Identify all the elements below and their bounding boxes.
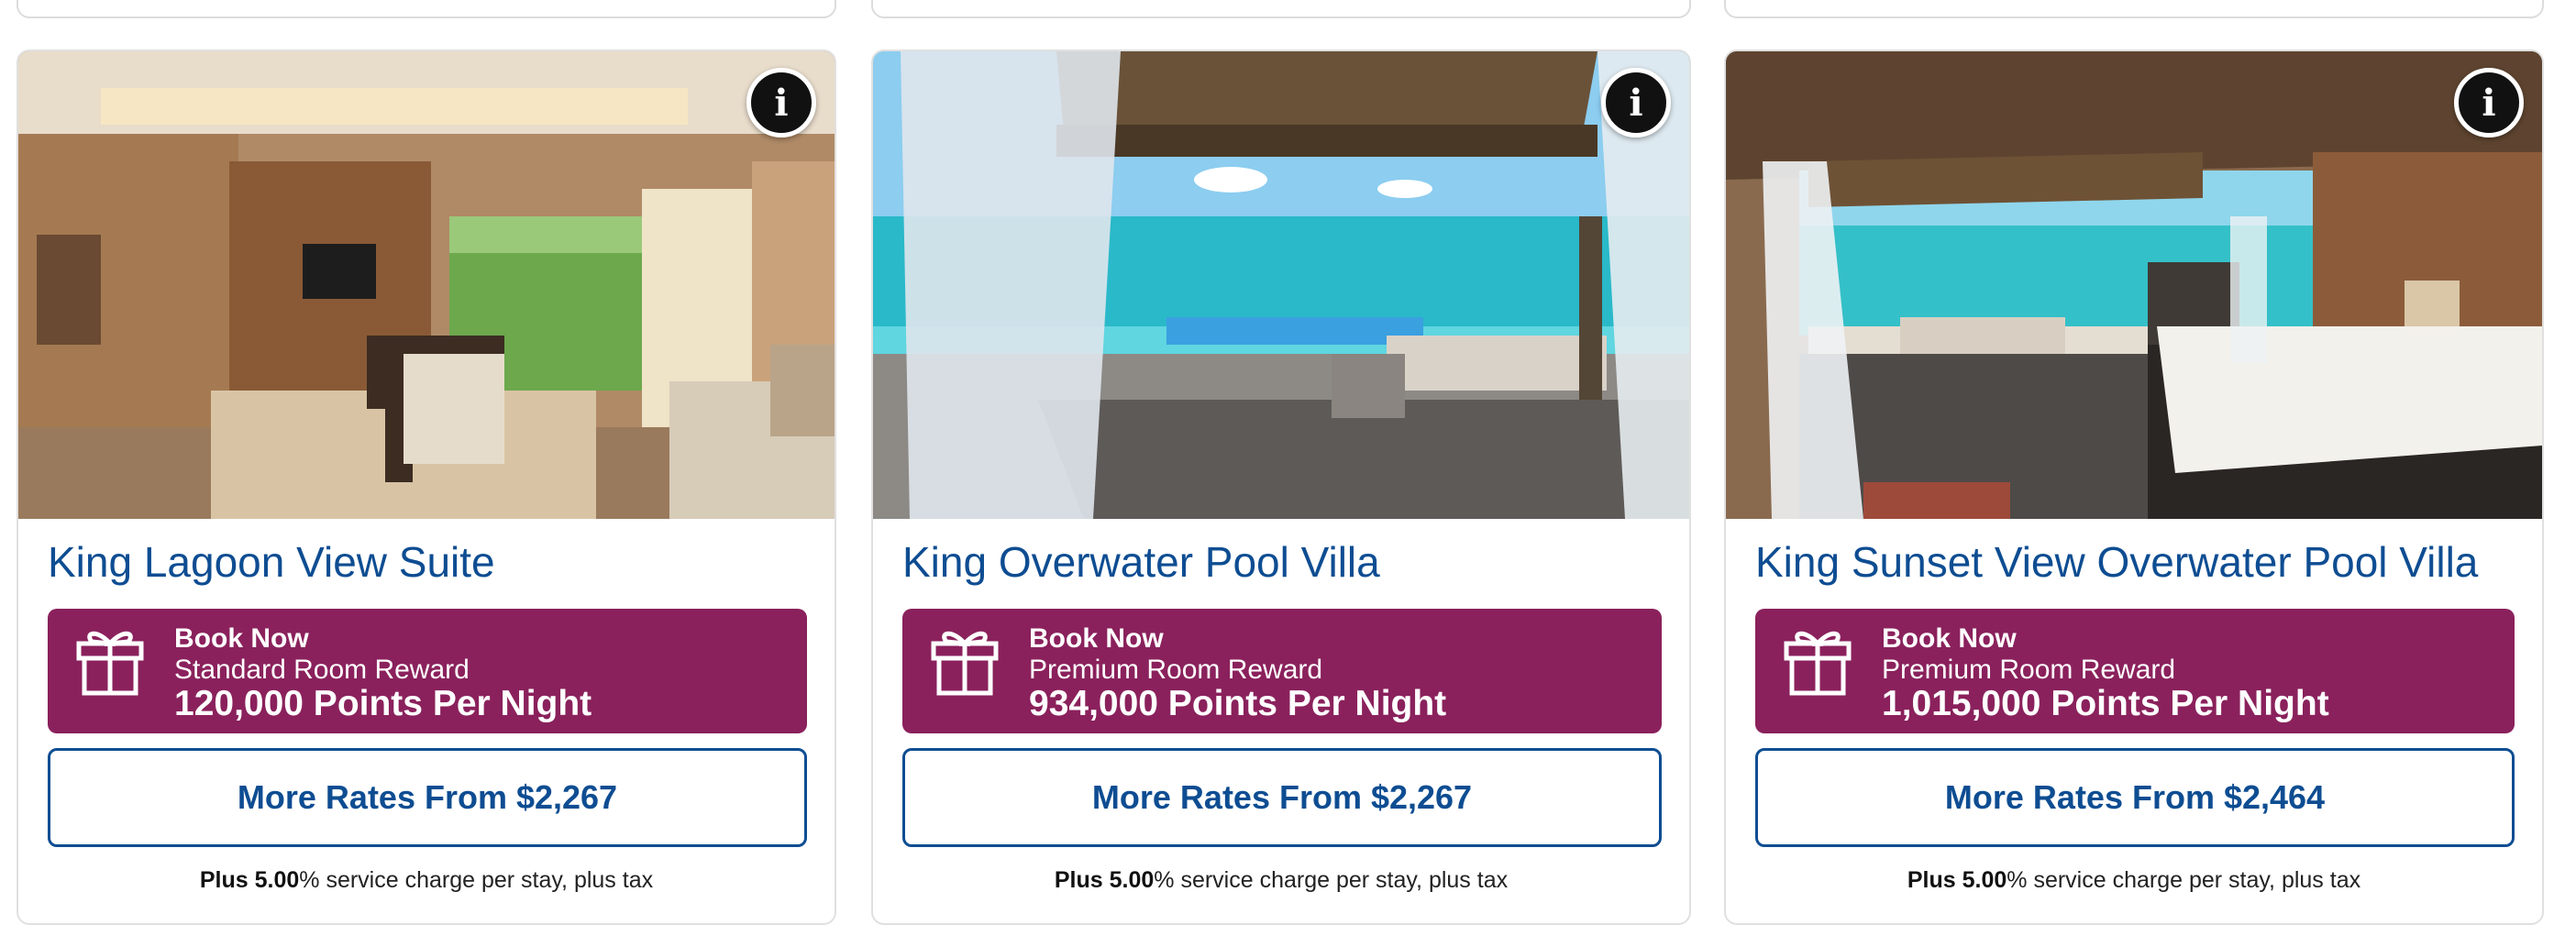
previous-card-edge <box>871 0 1691 18</box>
info-icon[interactable]: i <box>1601 68 1671 138</box>
sunset-villa-photo <box>1726 51 2542 519</box>
overwater-villa-photo <box>873 51 1689 519</box>
previous-card-edge <box>1724 0 2544 18</box>
book-now-reward-button[interactable]: Book Now Premium Room Reward 1,015,000 P… <box>1755 609 2515 733</box>
reward-points: 1,015,000 Points Per Night <box>1882 684 2329 723</box>
more-rates-button[interactable]: More Rates From $2,464 <box>1755 748 2515 847</box>
gift-icon <box>1784 631 1852 696</box>
room-card: i King Lagoon View Suite Book Now Standa… <box>17 50 836 925</box>
room-photo[interactable] <box>18 51 835 519</box>
service-charge-note: Plus 5.00% service charge per stay, plus… <box>1726 867 2542 894</box>
service-charge-bold: Plus 5.00 <box>1054 867 1155 893</box>
gift-icon <box>931 631 999 696</box>
reward-points: 120,000 Points Per Night <box>174 684 592 723</box>
room-title[interactable]: King Sunset View Overwater Pool Villa <box>1755 537 2526 587</box>
reward-type: Premium Room Reward <box>1029 655 1323 685</box>
more-rates-button[interactable]: More Rates From $2,267 <box>48 748 807 847</box>
room-card: i King Sunset View Overwater Pool Villa … <box>1724 50 2544 925</box>
book-now-reward-button[interactable]: Book Now Standard Room Reward 120,000 Po… <box>48 609 807 733</box>
lagoon-suite-photo <box>18 51 835 519</box>
more-rates-button[interactable]: More Rates From $2,267 <box>902 748 1662 847</box>
service-charge-rest: % service charge per stay, plus tax <box>1154 867 1509 893</box>
info-icon[interactable]: i <box>746 68 816 138</box>
service-charge-bold: Plus 5.00 <box>199 867 300 893</box>
info-icon[interactable]: i <box>2454 68 2524 138</box>
room-photo[interactable] <box>1726 51 2542 519</box>
room-card: i King Overwater Pool Villa Book Now Pre… <box>871 50 1691 925</box>
reward-points: 934,000 Points Per Night <box>1029 684 1447 723</box>
service-charge-bold: Plus 5.00 <box>1907 867 2007 893</box>
book-now-label: Book Now <box>1029 623 1164 654</box>
book-now-label: Book Now <box>174 623 309 654</box>
gift-icon <box>76 631 144 696</box>
service-charge-note: Plus 5.00% service charge per stay, plus… <box>18 867 835 894</box>
service-charge-rest: % service charge per stay, plus tax <box>2007 867 2361 893</box>
reward-type: Premium Room Reward <box>1882 655 2176 685</box>
room-title[interactable]: King Lagoon View Suite <box>48 537 818 587</box>
previous-card-edge <box>17 0 836 18</box>
reward-type: Standard Room Reward <box>174 655 470 685</box>
book-now-reward-button[interactable]: Book Now Premium Room Reward 934,000 Poi… <box>902 609 1662 733</box>
room-title[interactable]: King Overwater Pool Villa <box>902 537 1673 587</box>
book-now-label: Book Now <box>1882 623 2017 654</box>
room-photo[interactable] <box>873 51 1689 519</box>
service-charge-note: Plus 5.00% service charge per stay, plus… <box>873 867 1689 894</box>
service-charge-rest: % service charge per stay, plus tax <box>299 867 654 893</box>
